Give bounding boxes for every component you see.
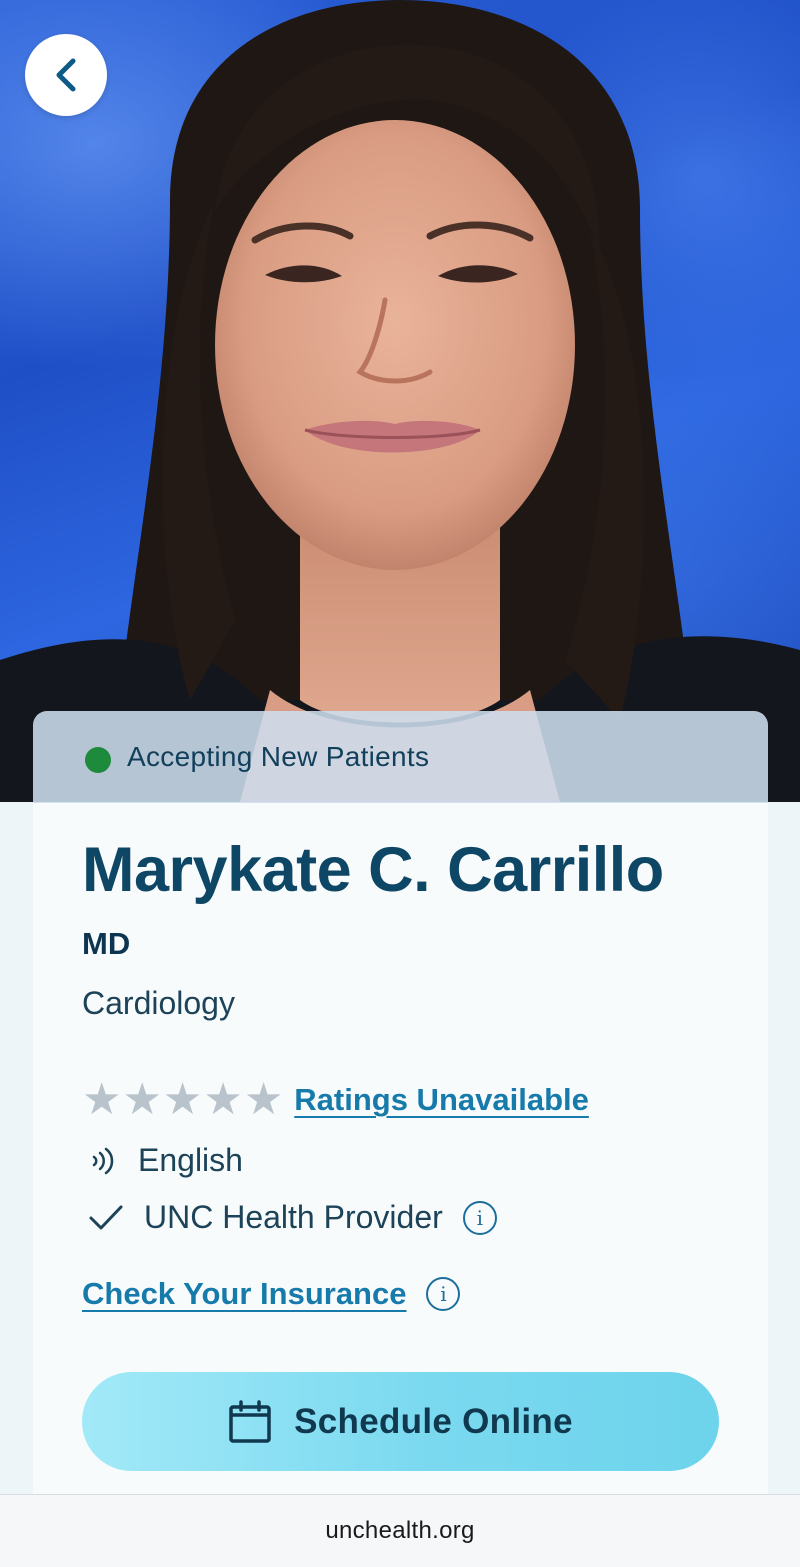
schedule-label: Schedule Online: [294, 1401, 573, 1441]
checkmark-icon: [89, 1205, 123, 1229]
provider-credential: MD: [82, 926, 131, 961]
insurance-row: Check Your Insurance i: [82, 1276, 461, 1312]
back-button[interactable]: [25, 34, 107, 116]
chevron-left-icon: [56, 58, 76, 92]
provider-specialty: Cardiology: [82, 985, 235, 1021]
provider-name: Marykate C. Carrillo: [82, 835, 664, 905]
provider-card: Marykate C. Carrillo MD Cardiology ★ ★ ★…: [33, 802, 768, 1494]
info-icon[interactable]: i: [426, 1277, 461, 1311]
check-insurance-link[interactable]: Check Your Insurance: [82, 1276, 406, 1312]
browser-url-bar[interactable]: unchealth.org: [0, 1494, 800, 1567]
provider-profile-page: Accepting New Patients Marykate C. Carri…: [0, 0, 800, 1567]
star-icon: ★: [203, 1075, 243, 1124]
language-row: English: [88, 1142, 243, 1179]
status-dot: [85, 747, 111, 773]
star-icon: ★: [162, 1075, 203, 1124]
portrait-illustration: [0, 0, 800, 802]
star-icon: ★: [122, 1075, 162, 1124]
language-label: English: [138, 1142, 243, 1178]
rating-row: ★ ★ ★ ★ ★ Ratings Unavailable: [82, 1078, 589, 1122]
speech-waves-icon: [92, 1147, 114, 1174]
affiliation-row: UNC Health Provider i: [88, 1199, 497, 1236]
provider-photo: [0, 0, 800, 802]
schedule-online-button[interactable]: Schedule Online: [82, 1372, 719, 1471]
status-label: Accepting New Patients: [127, 741, 430, 772]
ratings-link[interactable]: Ratings Unavailable: [294, 1082, 589, 1118]
star-icon: ★: [82, 1075, 122, 1124]
star-icon: ★: [243, 1075, 284, 1124]
affiliation-label: UNC Health Provider: [144, 1199, 443, 1235]
accepting-status-banner: Accepting New Patients: [33, 711, 768, 803]
info-icon[interactable]: i: [462, 1200, 497, 1235]
url-text: unchealth.org: [325, 1517, 475, 1544]
calendar-icon: [229, 1399, 271, 1443]
